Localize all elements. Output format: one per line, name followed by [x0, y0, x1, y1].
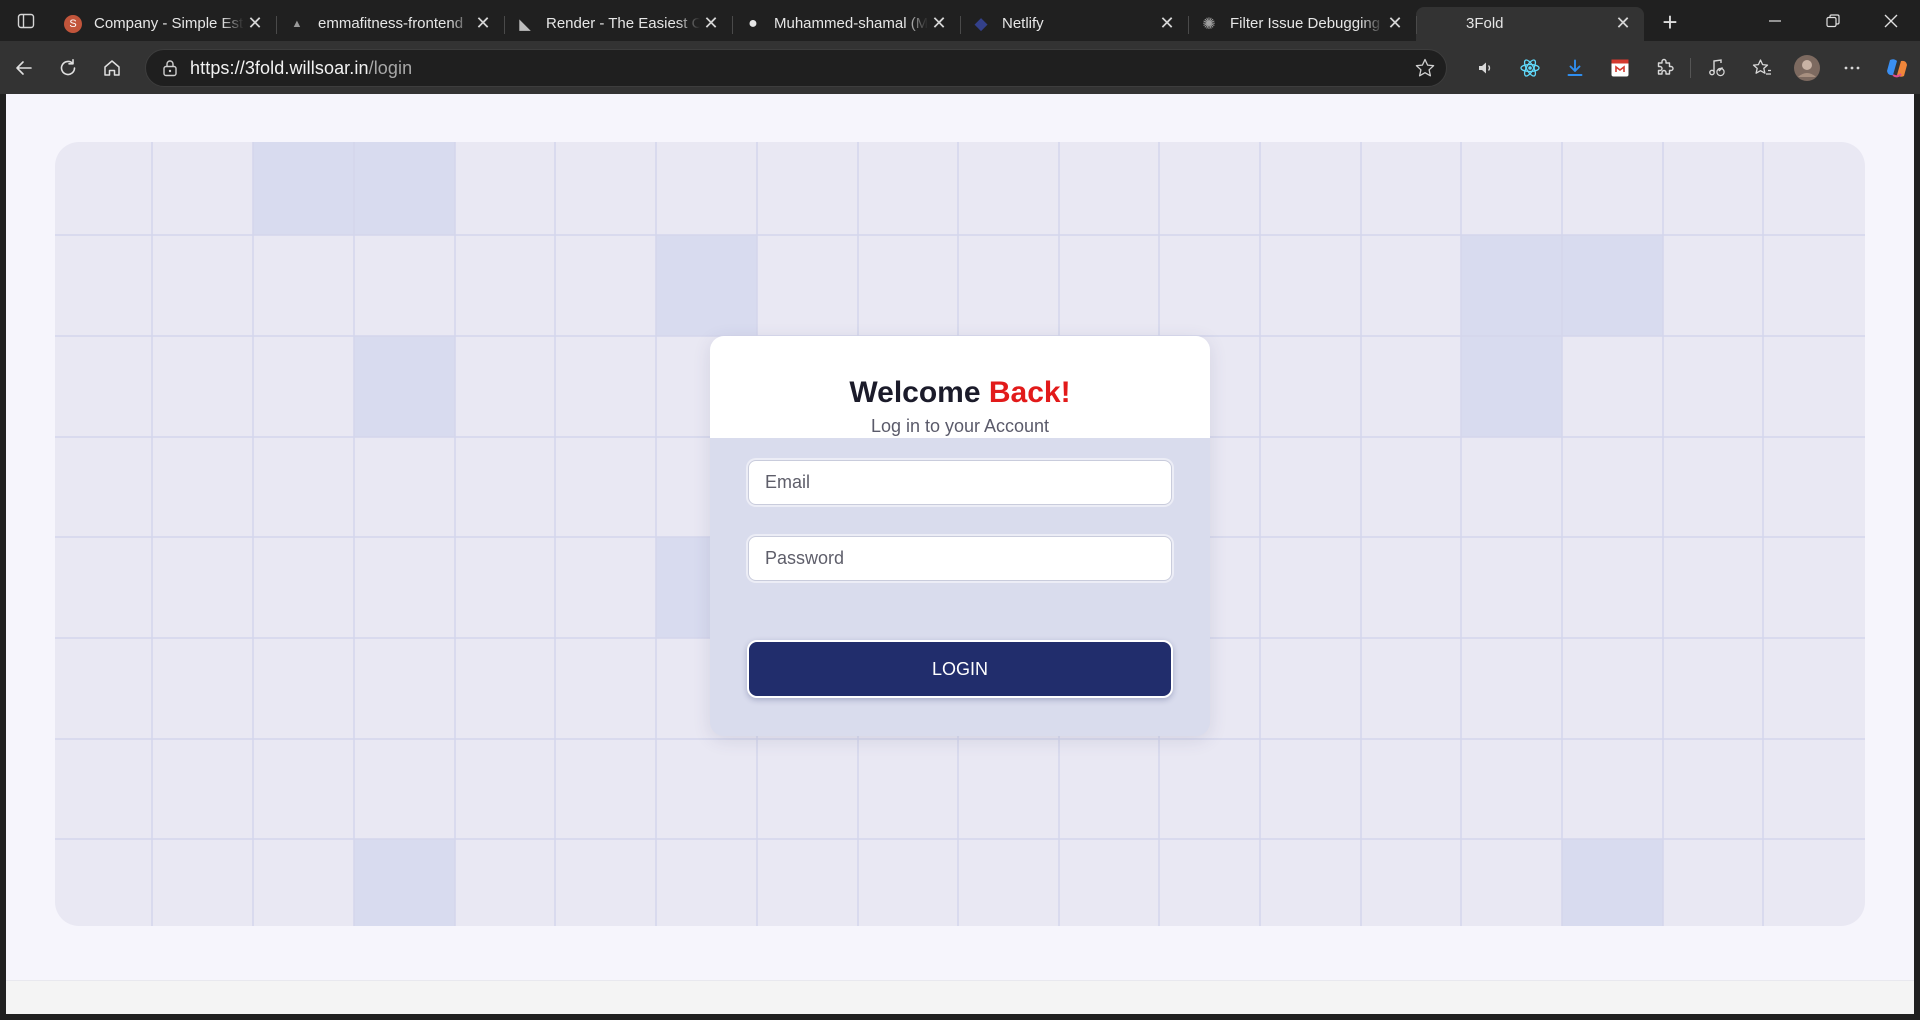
- password-field[interactable]: [748, 536, 1172, 581]
- grid-tinted-cell: [1562, 839, 1663, 926]
- title-back: Back!: [988, 376, 1071, 409]
- page-footer-strip: [6, 980, 1914, 1014]
- tab-title: Company - Simple Esti: [94, 15, 244, 32]
- restore-icon[interactable]: [1804, 0, 1862, 41]
- triangle-icon: ▲: [291, 17, 303, 30]
- address-bar[interactable]: https://3fold.willsoar.in/login: [145, 49, 1447, 87]
- browser-toolbar: https://3fold.willsoar.in/login: [0, 41, 1920, 94]
- grid-tinted-cell: [354, 839, 455, 926]
- login-button[interactable]: LOGIN: [747, 640, 1173, 698]
- tab-emmafitness[interactable]: ▲ emmafitness-frontend ✕: [276, 7, 504, 41]
- tab-3fold[interactable]: 3Fold ✕: [1416, 6, 1644, 41]
- email-field[interactable]: [748, 460, 1172, 505]
- url-host: https://3fold.willsoar.in: [190, 57, 369, 78]
- blank-favicon-icon: [1428, 15, 1446, 33]
- close-icon[interactable]: ✕: [472, 13, 494, 35]
- back-icon[interactable]: [2, 50, 46, 86]
- new-tab-icon[interactable]: +: [1650, 6, 1690, 40]
- media-control-icon[interactable]: [1694, 50, 1739, 86]
- copilot-icon[interactable]: [1874, 50, 1919, 86]
- close-icon[interactable]: ✕: [1156, 13, 1178, 35]
- more-options-icon[interactable]: [1829, 50, 1874, 86]
- pdf-extension-icon[interactable]: [1597, 50, 1642, 86]
- page-subtitle: Log in to your Account: [870, 416, 1050, 436]
- grid-tinted-cell: [656, 235, 757, 336]
- login-card-header: Welcome Back! Log in to your Account: [710, 336, 1210, 438]
- close-icon[interactable]: ✕: [1612, 13, 1634, 35]
- grid-tinted-cell: [1461, 336, 1562, 437]
- github-icon: ●: [748, 14, 758, 32]
- react-devtools-icon[interactable]: [1507, 50, 1552, 86]
- extensions-bar: [1462, 49, 1919, 87]
- openai-icon: ✺: [1202, 15, 1216, 33]
- netlify-icon: ◆: [974, 13, 988, 33]
- refresh-icon[interactable]: [46, 50, 90, 86]
- page-viewport: Welcome Back! Log in to your Account LOG…: [6, 94, 1914, 1014]
- tab-netlify[interactable]: ◆ Netlify ✕: [960, 7, 1188, 41]
- grid-tinted-cell: [354, 336, 455, 437]
- home-icon[interactable]: [90, 50, 134, 86]
- grid-tinted-cell: [1562, 235, 1663, 336]
- read-aloud-icon[interactable]: [1462, 50, 1507, 86]
- extensions-puzzle-icon[interactable]: [1642, 50, 1687, 86]
- render-icon: ◣: [519, 15, 531, 33]
- favorite-star-icon[interactable]: [1414, 57, 1436, 84]
- tab-github[interactable]: ● Muhammed-shamal (M ✕: [732, 7, 960, 41]
- grid-tinted-cell: [354, 142, 455, 235]
- tab-filter-issue[interactable]: ✺ Filter Issue Debugging ✕: [1188, 7, 1416, 41]
- close-icon[interactable]: ✕: [928, 13, 950, 35]
- close-icon[interactable]: ✕: [700, 13, 722, 35]
- tab-render[interactable]: ◣ Render - The Easiest Cl ✕: [504, 7, 732, 41]
- page-title: Welcome Back!: [710, 376, 1210, 410]
- tab-title: emmafitness-frontend: [318, 15, 464, 32]
- favorites-icon[interactable]: [1739, 50, 1784, 86]
- window-controls: [1746, 0, 1920, 41]
- tab-title: Render - The Easiest Cl: [546, 15, 700, 32]
- toolbar-divider: [1690, 58, 1691, 78]
- tab-title: Muhammed-shamal (M: [774, 15, 928, 32]
- grid-tinted-cell: [1461, 235, 1562, 336]
- login-card: Welcome Back! Log in to your Account LOG…: [710, 336, 1210, 736]
- tab-title: Netlify: [1002, 15, 1044, 32]
- profile-avatar[interactable]: [1784, 50, 1829, 86]
- tab-company[interactable]: S Company - Simple Esti ✕: [52, 7, 276, 41]
- tab-actions-icon[interactable]: [0, 0, 52, 41]
- url-text: https://3fold.willsoar.in/login: [190, 58, 412, 79]
- lock-icon[interactable]: [150, 59, 190, 77]
- download-icon[interactable]: [1552, 50, 1597, 86]
- minimize-icon[interactable]: [1746, 0, 1804, 41]
- s-circle-icon: S: [64, 14, 82, 33]
- close-icon[interactable]: ✕: [1384, 13, 1406, 35]
- url-path: /login: [368, 57, 413, 78]
- tab-strip: S Company - Simple Esti ✕ ▲ emmafitness-…: [0, 0, 1920, 41]
- close-window-icon[interactable]: [1862, 0, 1920, 41]
- tab-title: 3Fold: [1466, 15, 1504, 32]
- title-welcome: Welcome: [849, 376, 981, 409]
- tab-title: Filter Issue Debugging: [1230, 15, 1381, 32]
- grid-tinted-cell: [253, 142, 354, 235]
- close-icon[interactable]: ✕: [244, 13, 266, 35]
